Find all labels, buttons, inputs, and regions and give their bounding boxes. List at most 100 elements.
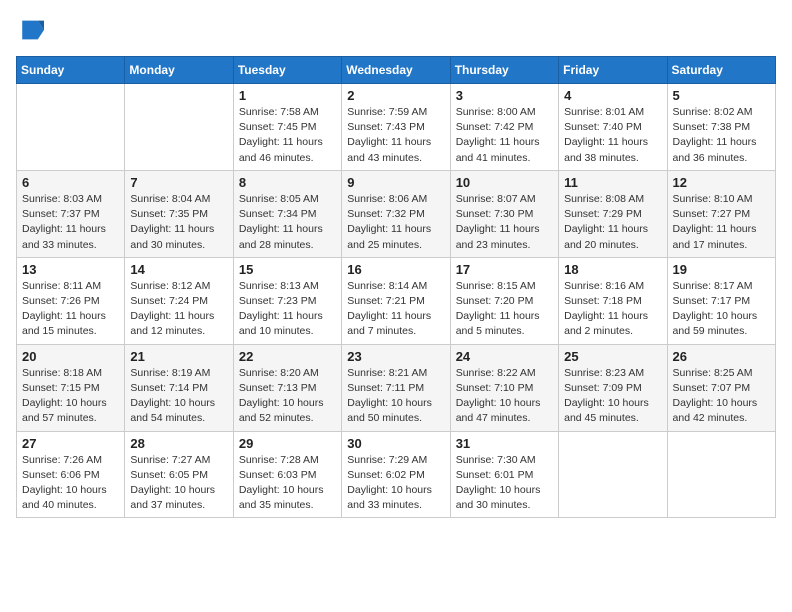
- day-number: 1: [239, 88, 336, 103]
- calendar-week-row: 20Sunrise: 8:18 AMSunset: 7:15 PMDayligh…: [17, 344, 776, 431]
- day-info: Sunrise: 8:05 AMSunset: 7:34 PMDaylight:…: [239, 192, 336, 253]
- calendar-cell: 30 Sunrise: 7:29 AMSunset: 6:02 PMDayligh…: [342, 431, 450, 518]
- day-info: Sunrise: 7:27 AMSunset: 6:05 PMDaylight:…: [130, 453, 227, 514]
- day-number: 30: [347, 436, 444, 451]
- calendar-cell: 4 Sunrise: 8:01 AMSunset: 7:40 PMDaylight…: [559, 84, 667, 171]
- calendar-cell: [125, 84, 233, 171]
- calendar-cell: 3 Sunrise: 8:00 AMSunset: 7:42 PMDaylight…: [450, 84, 558, 171]
- day-number: 22: [239, 349, 336, 364]
- day-info: Sunrise: 8:02 AMSunset: 7:38 PMDaylight:…: [673, 105, 770, 166]
- day-number: 13: [22, 262, 119, 277]
- day-number: 19: [673, 262, 770, 277]
- calendar-cell: [17, 84, 125, 171]
- day-info: Sunrise: 8:23 AMSunset: 7:09 PMDaylight:…: [564, 366, 661, 427]
- day-number: 21: [130, 349, 227, 364]
- day-number: 23: [347, 349, 444, 364]
- calendar-week-row: 13 Sunrise: 8:11 AMSunset: 7:26 PMDayligh…: [17, 257, 776, 344]
- general-blue-logo-icon: [16, 16, 44, 44]
- weekday-header-thursday: Thursday: [450, 57, 558, 84]
- calendar-cell: 25 Sunrise: 8:23 AMSunset: 7:09 PMDayligh…: [559, 344, 667, 431]
- day-number: 6: [22, 175, 119, 190]
- day-info: Sunrise: 8:08 AMSunset: 7:29 PMDaylight:…: [564, 192, 661, 253]
- day-info: Sunrise: 8:10 AMSunset: 7:27 PMDaylight:…: [673, 192, 770, 253]
- day-info: Sunrise: 7:30 AMSunset: 6:01 PMDaylight:…: [456, 453, 553, 514]
- calendar-cell: [559, 431, 667, 518]
- calendar-cell: 22 Sunrise: 8:20 AMSunset: 7:13 PMDayligh…: [233, 344, 341, 431]
- calendar-cell: 31 Sunrise: 7:30 AMSunset: 6:01 PMDayligh…: [450, 431, 558, 518]
- calendar-cell: 11 Sunrise: 8:08 AMSunset: 7:29 PMDayligh…: [559, 170, 667, 257]
- calendar-cell: 29 Sunrise: 7:28 AMSunset: 6:03 PMDayligh…: [233, 431, 341, 518]
- calendar-cell: 9 Sunrise: 8:06 AMSunset: 7:32 PMDaylight…: [342, 170, 450, 257]
- day-number: 12: [673, 175, 770, 190]
- day-number: 15: [239, 262, 336, 277]
- day-info: Sunrise: 8:16 AMSunset: 7:18 PMDaylight:…: [564, 279, 661, 340]
- day-number: 5: [673, 88, 770, 103]
- day-number: 31: [456, 436, 553, 451]
- day-number: 28: [130, 436, 227, 451]
- day-info: Sunrise: 7:28 AMSunset: 6:03 PMDaylight:…: [239, 453, 336, 514]
- day-number: 29: [239, 436, 336, 451]
- day-info: Sunrise: 7:58 AMSunset: 7:45 PMDaylight:…: [239, 105, 336, 166]
- calendar-cell: 7Sunrise: 8:04 AMSunset: 7:35 PMDaylight…: [125, 170, 233, 257]
- calendar-cell: 12 Sunrise: 8:10 AMSunset: 7:27 PMDayligh…: [667, 170, 775, 257]
- calendar-cell: 18 Sunrise: 8:16 AMSunset: 7:18 PMDayligh…: [559, 257, 667, 344]
- calendar-cell: 20Sunrise: 8:18 AMSunset: 7:15 PMDayligh…: [17, 344, 125, 431]
- day-number: 27: [22, 436, 119, 451]
- day-info: Sunrise: 8:18 AMSunset: 7:15 PMDaylight:…: [22, 366, 119, 427]
- day-number: 9: [347, 175, 444, 190]
- day-number: 24: [456, 349, 553, 364]
- calendar-week-row: 1 Sunrise: 7:58 AMSunset: 7:45 PMDaylight…: [17, 84, 776, 171]
- day-number: 3: [456, 88, 553, 103]
- day-info: Sunrise: 8:01 AMSunset: 7:40 PMDaylight:…: [564, 105, 661, 166]
- day-info: Sunrise: 8:07 AMSunset: 7:30 PMDaylight:…: [456, 192, 553, 253]
- calendar-cell: 28 Sunrise: 7:27 AMSunset: 6:05 PMDayligh…: [125, 431, 233, 518]
- calendar-cell: [667, 431, 775, 518]
- calendar-cell: 15Sunrise: 8:13 AMSunset: 7:23 PMDayligh…: [233, 257, 341, 344]
- calendar-cell: 27 Sunrise: 7:26 AMSunset: 6:06 PMDayligh…: [17, 431, 125, 518]
- day-info: Sunrise: 8:00 AMSunset: 7:42 PMDaylight:…: [456, 105, 553, 166]
- calendar-cell: 1 Sunrise: 7:58 AMSunset: 7:45 PMDaylight…: [233, 84, 341, 171]
- day-info: Sunrise: 8:20 AMSunset: 7:13 PMDaylight:…: [239, 366, 336, 427]
- day-info: Sunrise: 8:06 AMSunset: 7:32 PMDaylight:…: [347, 192, 444, 253]
- day-info: Sunrise: 7:59 AMSunset: 7:43 PMDaylight:…: [347, 105, 444, 166]
- day-number: 2: [347, 88, 444, 103]
- calendar-cell: 6 Sunrise: 8:03 AMSunset: 7:37 PMDaylight…: [17, 170, 125, 257]
- calendar-cell: 23Sunrise: 8:21 AMSunset: 7:11 PMDayligh…: [342, 344, 450, 431]
- day-number: 26: [673, 349, 770, 364]
- weekday-header-saturday: Saturday: [667, 57, 775, 84]
- day-info: Sunrise: 8:04 AMSunset: 7:35 PMDaylight:…: [130, 192, 227, 253]
- day-number: 10: [456, 175, 553, 190]
- day-info: Sunrise: 8:11 AMSunset: 7:26 PMDaylight:…: [22, 279, 119, 340]
- day-number: 18: [564, 262, 661, 277]
- calendar-week-row: 6 Sunrise: 8:03 AMSunset: 7:37 PMDaylight…: [17, 170, 776, 257]
- calendar-cell: 24 Sunrise: 8:22 AMSunset: 7:10 PMDayligh…: [450, 344, 558, 431]
- weekday-header-tuesday: Tuesday: [233, 57, 341, 84]
- day-number: 25: [564, 349, 661, 364]
- day-number: 11: [564, 175, 661, 190]
- day-info: Sunrise: 8:19 AMSunset: 7:14 PMDaylight:…: [130, 366, 227, 427]
- weekday-header-wednesday: Wednesday: [342, 57, 450, 84]
- calendar-cell: 8 Sunrise: 8:05 AMSunset: 7:34 PMDaylight…: [233, 170, 341, 257]
- day-info: Sunrise: 8:14 AMSunset: 7:21 PMDaylight:…: [347, 279, 444, 340]
- day-info: Sunrise: 7:26 AMSunset: 6:06 PMDaylight:…: [22, 453, 119, 514]
- day-info: Sunrise: 7:29 AMSunset: 6:02 PMDaylight:…: [347, 453, 444, 514]
- calendar-cell: 17Sunrise: 8:15 AMSunset: 7:20 PMDayligh…: [450, 257, 558, 344]
- calendar-table: SundayMondayTuesdayWednesdayThursdayFrid…: [16, 56, 776, 518]
- weekday-header-sunday: Sunday: [17, 57, 125, 84]
- day-number: 4: [564, 88, 661, 103]
- weekday-header-monday: Monday: [125, 57, 233, 84]
- logo: [16, 16, 48, 44]
- calendar-cell: 21 Sunrise: 8:19 AMSunset: 7:14 PMDayligh…: [125, 344, 233, 431]
- day-info: Sunrise: 8:22 AMSunset: 7:10 PMDaylight:…: [456, 366, 553, 427]
- day-number: 8: [239, 175, 336, 190]
- calendar-cell: 2 Sunrise: 7:59 AMSunset: 7:43 PMDaylight…: [342, 84, 450, 171]
- day-info: Sunrise: 8:15 AMSunset: 7:20 PMDaylight:…: [456, 279, 553, 340]
- calendar-cell: 26 Sunrise: 8:25 AMSunset: 7:07 PMDayligh…: [667, 344, 775, 431]
- page-header: [16, 16, 776, 44]
- day-info: Sunrise: 8:03 AMSunset: 7:37 PMDaylight:…: [22, 192, 119, 253]
- day-info: Sunrise: 8:17 AMSunset: 7:17 PMDaylight:…: [673, 279, 770, 340]
- calendar-cell: 13 Sunrise: 8:11 AMSunset: 7:26 PMDayligh…: [17, 257, 125, 344]
- day-number: 16: [347, 262, 444, 277]
- day-info: Sunrise: 8:25 AMSunset: 7:07 PMDaylight:…: [673, 366, 770, 427]
- calendar-cell: 16 Sunrise: 8:14 AMSunset: 7:21 PMDayligh…: [342, 257, 450, 344]
